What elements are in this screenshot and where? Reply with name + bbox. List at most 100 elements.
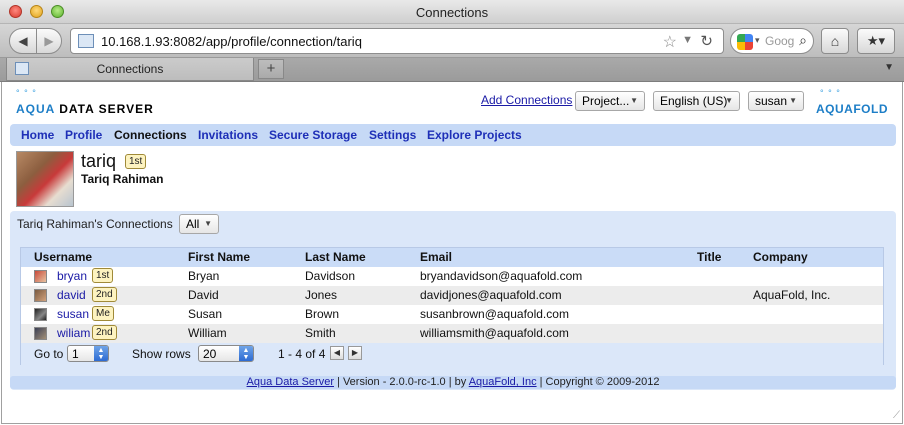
logo-text: AQUA DATA SERVER — [16, 102, 154, 116]
username-link[interactable]: wiliam — [57, 326, 90, 340]
profile-full-name: Tariq Rahiman — [81, 172, 164, 186]
add-connections-link[interactable]: Add Connections — [481, 93, 572, 107]
logo-text: AQUAFOLD — [816, 102, 888, 116]
rows-per-page-select[interactable]: 20 ▲ ▼ — [198, 345, 254, 362]
tab-connections[interactable]: Connections — [6, 58, 254, 81]
tab-overflow-icon[interactable]: ▼ — [884, 62, 894, 73]
footer-copyright-text: | Copyright © 2009-2012 — [536, 376, 660, 388]
language-select-value: English (US) — [660, 94, 728, 108]
connection-degree-badge: 1st — [92, 268, 114, 283]
address-bar[interactable]: 10.168.1.93:8082/app/profile/connection/… — [70, 28, 724, 54]
history-dropdown-icon[interactable]: ▼ — [682, 34, 693, 46]
aquafold-logo[interactable]: ° ° ° AQUAFOLD — [816, 88, 898, 118]
main-nav: Home Profile Connections Invitations Sec… — [10, 124, 896, 146]
forward-button[interactable]: ▶ — [36, 28, 62, 54]
last-name-cell: Brown — [305, 307, 340, 321]
table-pager: Go to 1 ▲ ▼ Show rows 20 ▲ ▼ 1 - 4 of 4 ◀ ▶ — [21, 343, 883, 365]
bookmark-star-icon[interactable]: ☆ — [663, 32, 677, 52]
user-select[interactable]: susan ▼ — [748, 91, 804, 111]
company-cell: AquaFold, Inc. — [753, 288, 831, 302]
avatar — [34, 308, 47, 321]
home-button[interactable]: ⌂ — [821, 28, 849, 54]
logo-prefix: AQUA — [16, 102, 55, 116]
username-link[interactable]: susan — [57, 307, 89, 321]
nav-settings[interactable]: Settings — [369, 128, 416, 142]
reload-icon[interactable]: ↻ — [700, 32, 713, 50]
table-row: bryan 1st Bryan Davidson bryandavidson@a… — [21, 267, 883, 286]
search-engine-dropdown-icon[interactable]: ▾ — [755, 35, 760, 46]
language-select[interactable]: English (US) ▼ — [653, 91, 740, 111]
column-header-username[interactable]: Username — [34, 250, 92, 264]
chevron-down-icon: ▼ — [630, 96, 638, 105]
footer-version-text: | Version - 2.0.0-rc-1.0 | by — [333, 376, 469, 388]
connection-degree-badge: 1st — [125, 154, 147, 169]
back-arrow-icon: ◀ — [18, 34, 28, 48]
connection-degree-badge: 2nd — [92, 325, 117, 340]
last-name-cell: Smith — [305, 326, 336, 340]
last-name-cell: Davidson — [305, 269, 356, 283]
stepper-arrows-icon[interactable]: ▲ ▼ — [94, 346, 108, 361]
email-cell: bryandavidson@aquafold.com — [420, 269, 583, 283]
user-select-value: susan — [755, 94, 788, 108]
search-icon[interactable]: ⌕ — [799, 32, 807, 49]
aqua-data-server-logo[interactable]: ° ° ° AQUA DATA SERVER — [14, 88, 164, 118]
profile-username: tariq — [81, 151, 117, 171]
column-header-last-name[interactable]: Last Name — [305, 250, 366, 264]
footer-product-link[interactable]: Aqua Data Server — [247, 376, 334, 388]
page-content: ° ° ° AQUA DATA SERVER Add Connections P… — [1, 82, 903, 424]
project-select-value: Project... — [582, 94, 630, 108]
logo-suffix: DATA SERVER — [54, 102, 154, 116]
previous-page-button[interactable]: ◀ — [330, 346, 344, 360]
logo-bubbles-icon: ° ° ° — [16, 88, 37, 98]
username-link[interactable]: david — [57, 288, 86, 302]
new-tab-button[interactable]: + — [258, 59, 284, 79]
back-button[interactable]: ◀ — [9, 28, 37, 54]
table-header: Username First Name Last Name Email Titl… — [21, 248, 883, 267]
nav-home[interactable]: Home — [21, 128, 54, 142]
connections-filter-select[interactable]: All ▼ — [179, 214, 219, 234]
forward-arrow-icon: ▶ — [44, 34, 54, 48]
column-header-company[interactable]: Company — [753, 250, 808, 264]
home-icon: ⌂ — [830, 33, 840, 49]
profile-photo — [16, 151, 74, 207]
chevron-right-icon: ▶ — [351, 348, 359, 357]
bookmarks-menu-button[interactable]: ★▾ — [857, 28, 895, 54]
tab-bar: Connections + ▼ — [0, 58, 904, 82]
nav-invitations[interactable]: Invitations — [198, 128, 258, 142]
nav-explore-projects[interactable]: Explore Projects — [427, 128, 522, 142]
email-cell: davidjones@aquafold.com — [420, 288, 562, 302]
project-select[interactable]: Project... ▼ — [575, 91, 645, 111]
tab-title: Connections — [96, 62, 164, 76]
rows-per-page-value: 20 — [203, 347, 217, 361]
connections-panel: Tariq Rahiman's Connections All ▼ Usernam… — [10, 211, 896, 390]
page-range-text: 1 - 4 of 4 — [278, 347, 326, 361]
nav-secure-storage[interactable]: Secure Storage — [269, 128, 357, 142]
nav-profile[interactable]: Profile — [65, 128, 102, 142]
avatar — [34, 289, 47, 302]
column-header-email[interactable]: Email — [420, 250, 452, 264]
last-name-cell: Jones — [305, 288, 338, 302]
window-resize-grip-icon[interactable]: ⟋ — [893, 410, 900, 421]
first-name-cell: Susan — [188, 307, 223, 321]
next-page-button[interactable]: ▶ — [348, 346, 362, 360]
first-name-cell: Bryan — [188, 269, 220, 283]
page-footer: Aqua Data Server | Version - 2.0.0-rc-1.… — [10, 376, 896, 389]
first-name-cell: David — [188, 288, 219, 302]
chevron-down-icon: ▼ — [725, 96, 733, 105]
chevron-down-icon: ▼ — [789, 96, 797, 105]
nav-connections[interactable]: Connections — [114, 128, 187, 142]
email-cell: williamsmith@aquafold.com — [420, 326, 569, 340]
column-header-first-name[interactable]: First Name — [188, 250, 250, 264]
footer-company-link[interactable]: AquaFold, Inc — [469, 376, 537, 388]
chevron-left-icon: ◀ — [333, 348, 341, 357]
table-row: susan Me Susan Brown susanbrown@aquafold… — [21, 305, 883, 324]
column-header-title[interactable]: Title — [697, 250, 721, 264]
stepper-arrows-icon[interactable]: ▲ ▼ — [239, 346, 253, 361]
search-field[interactable]: ▾ Goog ⌕ — [730, 28, 814, 54]
goto-page-stepper[interactable]: 1 ▲ ▼ — [67, 345, 109, 362]
connection-degree-badge: 2nd — [92, 287, 117, 302]
username-link[interactable]: bryan — [57, 269, 87, 283]
url-text[interactable]: 10.168.1.93:8082/app/profile/connection/… — [101, 34, 362, 49]
window-titlebar: Connections — [0, 0, 904, 24]
email-cell: susanbrown@aquafold.com — [420, 307, 569, 321]
